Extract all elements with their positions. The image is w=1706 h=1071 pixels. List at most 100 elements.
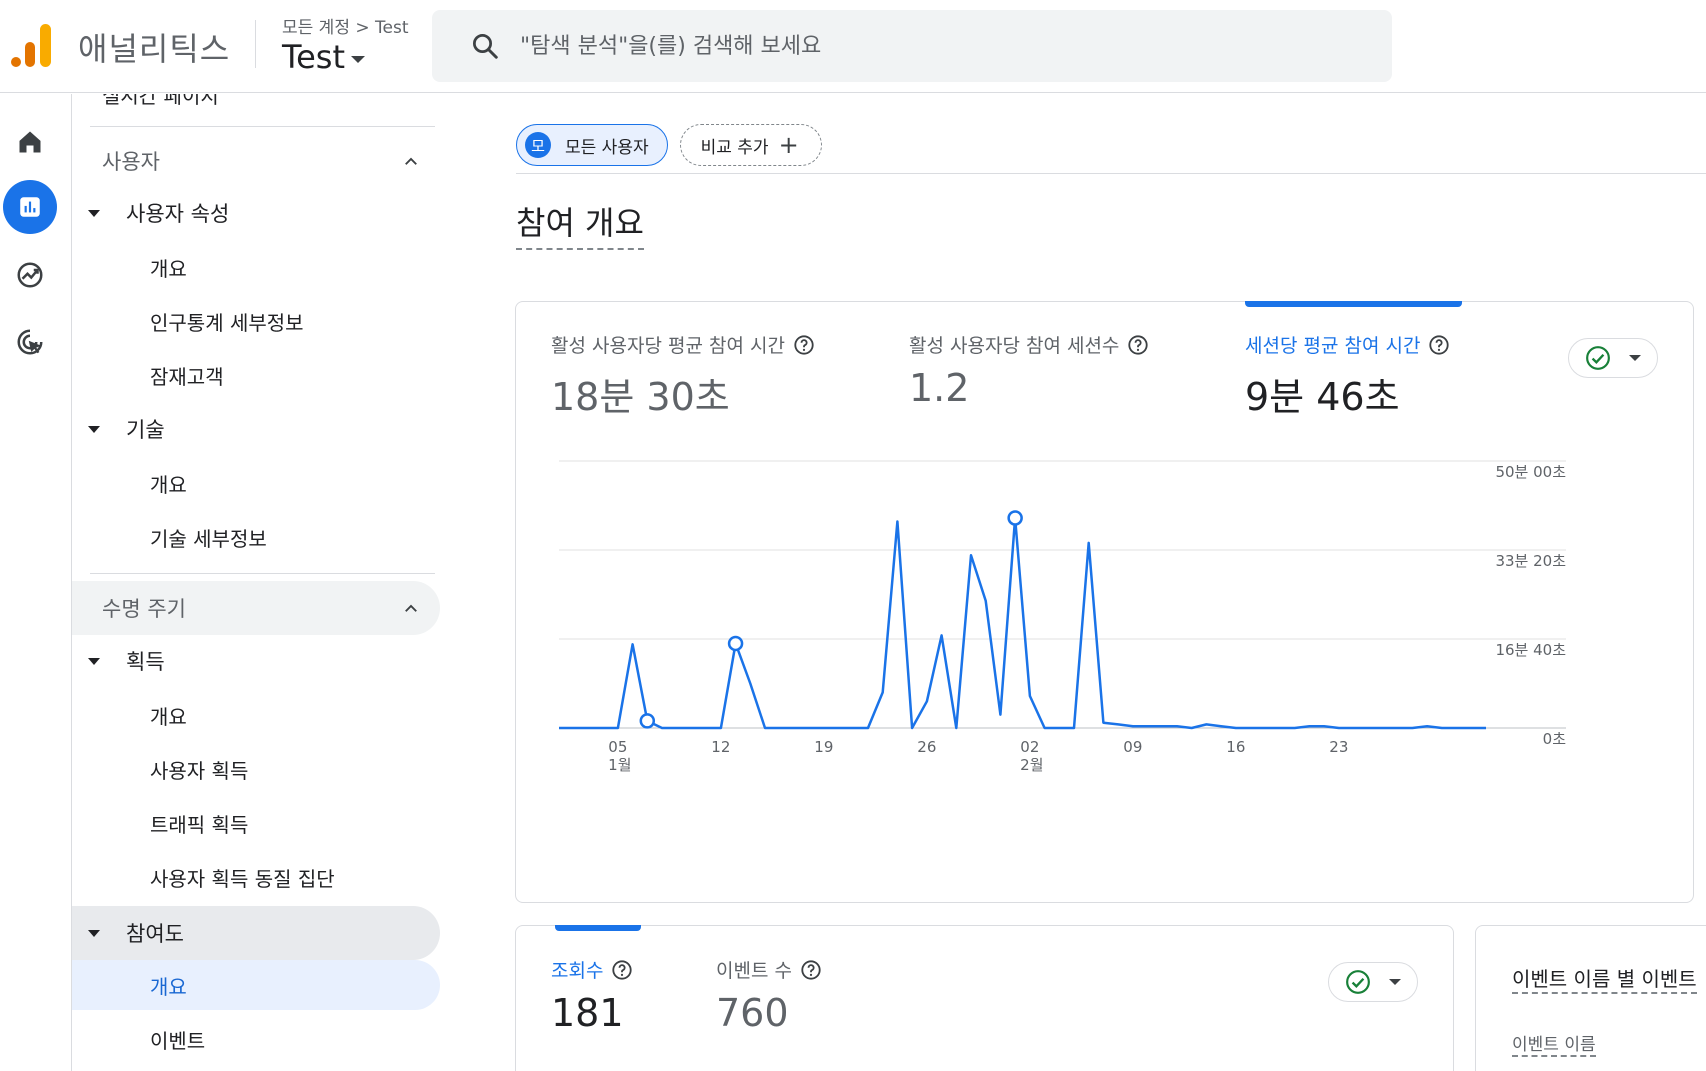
expand-triangle-icon (88, 210, 100, 217)
nav-item-label: 개요 (150, 256, 187, 281)
nav-item-traffic-acquisition[interactable]: 트래픽 획득 (72, 798, 440, 848)
nav-item-events[interactable]: 이벤트 (72, 1014, 440, 1064)
nav-group-label: 기술 (126, 418, 165, 442)
expand-triangle-icon (88, 930, 100, 937)
metric-value: 760 (716, 991, 789, 1035)
rail-advertising-button[interactable] (3, 315, 57, 369)
all-users-chip[interactable]: 모 모든 사용자 (516, 124, 668, 166)
nav-divider (90, 126, 435, 127)
chip-avatar: 모 (525, 132, 551, 158)
breadcrumb-separator: > (355, 18, 370, 38)
caret-down-icon (1389, 979, 1401, 985)
nav-item-label: 인구통계 세부정보 (150, 310, 304, 335)
breadcrumb-account[interactable]: Test (375, 18, 408, 38)
rail-reports-button[interactable] (3, 180, 57, 234)
nav-item-tech-overview[interactable]: 개요 (72, 458, 440, 508)
nav-section-label: 수명 주기 (102, 597, 186, 621)
header-divider (255, 20, 256, 68)
metric-value: 181 (551, 991, 624, 1035)
nav-item-realtime-pages[interactable]: 실시간 페이지 (102, 94, 219, 109)
x-tick-label: 02 (1020, 738, 1039, 756)
nav-group-label: 획득 (126, 650, 165, 674)
help-icon[interactable] (800, 959, 822, 981)
chevron-up-icon (405, 157, 417, 165)
engagement-time-card: 활성 사용자당 평균 참여 시간 18분 30초 활성 사용자당 참여 세션수 … (515, 301, 1694, 903)
nav-item-user-acquisition[interactable]: 사용자 획득 (72, 744, 440, 794)
x-tick-sublabel: 2월 (1020, 756, 1043, 774)
page-title[interactable]: 참여 개요 (516, 198, 644, 250)
rail-explore-button[interactable] (3, 248, 57, 302)
product-name: 애널리틱스 (78, 30, 231, 68)
nav-item-user-attr-overview[interactable]: 개요 (72, 242, 440, 292)
nav-section-label: 사용자 (102, 150, 160, 174)
nav-divider (90, 573, 435, 574)
nav-item-audiences[interactable]: 잠재고객 (72, 350, 440, 400)
events-by-name-title[interactable]: 이벤트 이름 별 이벤트 (1512, 963, 1697, 994)
x-tick-label: 19 (814, 738, 833, 756)
search-input[interactable] (520, 33, 1340, 59)
metric-title: 이벤트 수 (716, 960, 792, 982)
events-by-name-card: 이벤트 이름 별 이벤트 이벤트 이름 (1475, 925, 1706, 1071)
nav-item-acq-overview[interactable]: 개요 (72, 690, 440, 740)
nav-group-user-attributes[interactable]: 사용자 속성 (72, 186, 440, 240)
x-tick-label: 05 (608, 738, 627, 756)
breadcrumb-root[interactable]: 모든 계정 (282, 18, 350, 38)
x-tick-label: 09 (1123, 738, 1142, 756)
app-root: 애널리틱스 모든 계정 > Test Test "탐색 분석"을(를) 검색해 … (0, 0, 1706, 1071)
rail-home-button[interactable] (3, 115, 57, 169)
x-tick-sublabel: 1월 (608, 756, 631, 774)
nav-group-acquisition[interactable]: 획득 (72, 634, 440, 688)
home-icon (19, 131, 41, 153)
nav-item-label: 트래픽 획득 (150, 812, 249, 837)
y-tick-label: 50분 00초 (1495, 463, 1566, 481)
nav-item-tech-details[interactable]: 기술 세부정보 (72, 512, 440, 562)
nav-item-label: 개요 (150, 974, 187, 999)
add-comparison-button[interactable]: 비교 추가 + (679, 124, 822, 166)
nav-item-label: 개요 (150, 472, 187, 497)
explore-icon (17, 262, 43, 288)
chip-label: 모든 사용자 (565, 137, 649, 158)
chip-label: 비교 추가 (700, 137, 769, 158)
advertising-icon (17, 329, 43, 355)
nav-item-label: 잠재고객 (150, 364, 224, 389)
nav-section-lifecycle[interactable]: 수명 주기 (72, 581, 440, 635)
help-icon[interactable] (611, 959, 633, 981)
metric-event-count[interactable]: 이벤트 수 760 (716, 956, 822, 1035)
nav-item-user-acquisition-cohort[interactable]: 사용자 획득 동질 집단 (72, 852, 440, 902)
reports-icon (20, 197, 40, 217)
comparison-bar: 모 모든 사용자 비교 추가 + (516, 124, 822, 166)
search-icon (473, 34, 498, 59)
selected-metric-indicator (555, 925, 641, 931)
data-point-marker (1007, 510, 1023, 526)
data-quality-status-button[interactable] (1328, 962, 1418, 1002)
data-point-marker (727, 635, 744, 652)
search-bar[interactable] (432, 10, 1392, 82)
nav-group-engagement[interactable]: 참여도 (72, 906, 440, 960)
nav-item-engagement-overview[interactable]: 개요 (72, 960, 440, 1010)
caret-down-icon (351, 55, 366, 63)
plus-icon: + (778, 131, 799, 159)
expand-triangle-icon (88, 426, 100, 433)
report-nav: 실시간 페이지 사용자 사용자 속성 개요 인구통계 세부정보 잠재고객 기술 … (72, 94, 450, 1071)
nav-item-demographic-details[interactable]: 인구통계 세부정보 (72, 296, 440, 346)
breadcrumb[interactable]: 모든 계정 > Test (282, 13, 409, 38)
engagement-line-chart: 0초 16분 40초 33분 20초 50분 00초 051월 12 19 26 022월 09 1… (559, 460, 1567, 774)
nav-item-label: 이벤트 (150, 1028, 206, 1053)
x-tick-label: 23 (1329, 738, 1348, 756)
y-tick-label: 33분 20초 (1495, 552, 1566, 570)
y-tick-label: 16분 40초 (1495, 641, 1566, 659)
y-tick-label: 0초 (1543, 730, 1567, 748)
chevron-up-icon (405, 604, 417, 612)
nav-group-tech[interactable]: 기술 (72, 402, 440, 456)
x-tick-label: 26 (917, 738, 936, 756)
nav-section-user[interactable]: 사용자 (72, 134, 440, 188)
property-selector[interactable]: Test (282, 38, 366, 76)
x-tick-label: 16 (1226, 738, 1245, 756)
event-name-column-header[interactable]: 이벤트 이름 (1512, 1030, 1596, 1057)
metric-views[interactable]: 조회수 181 (551, 956, 633, 1035)
main-divider (516, 173, 1706, 174)
left-rail (0, 94, 72, 1071)
nav-group-label: 사용자 속성 (126, 202, 230, 226)
top-bar: 애널리틱스 모든 계정 > Test Test (0, 0, 1706, 93)
views-events-card: 조회수 181 이벤트 수 760 (515, 925, 1454, 1071)
